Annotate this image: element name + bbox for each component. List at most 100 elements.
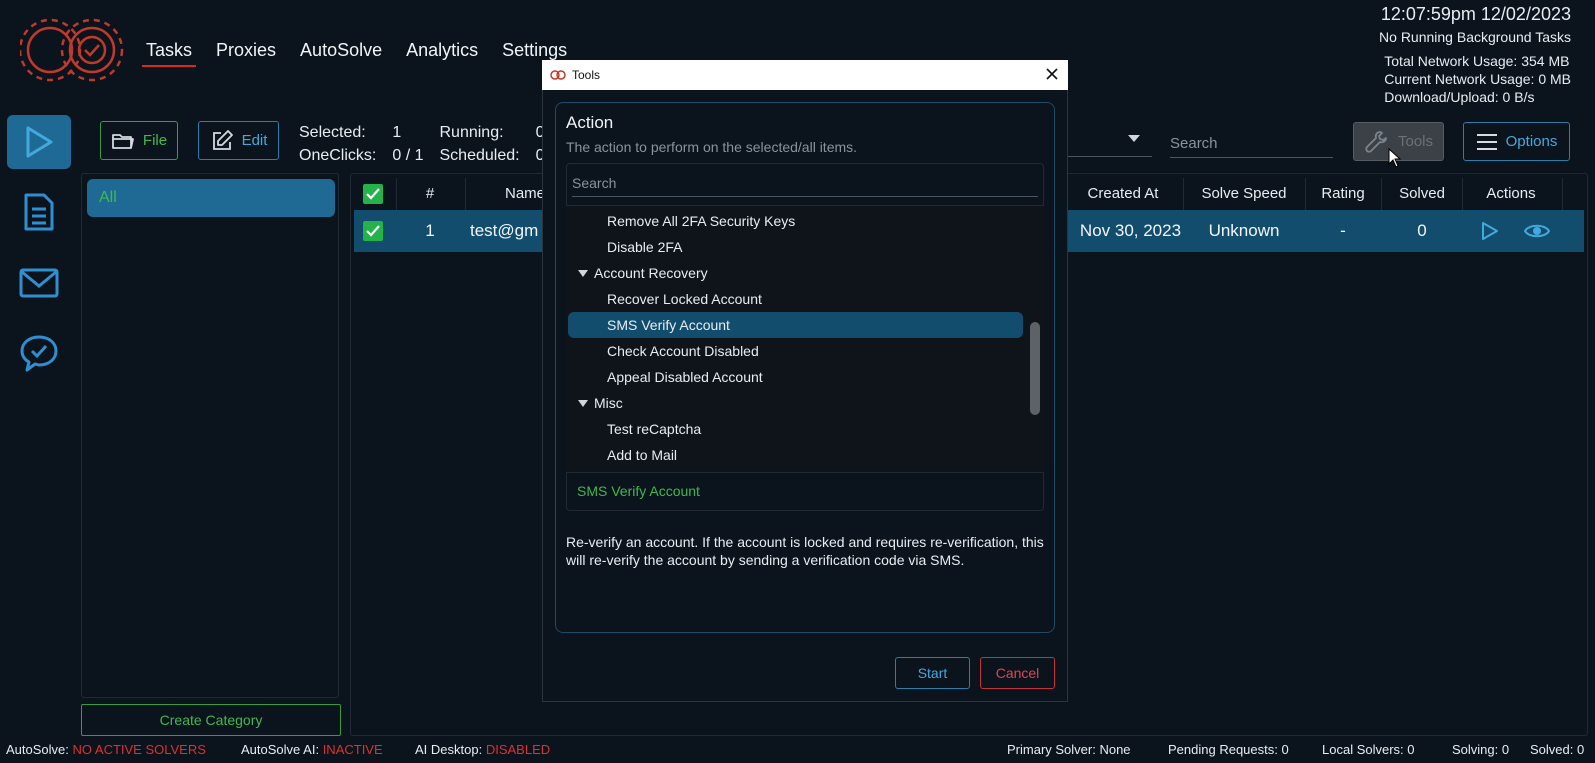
main-nav: Tasks Proxies AutoSolve Analytics Settin… xyxy=(141,40,567,67)
list-item[interactable]: Add to Mail xyxy=(607,442,677,468)
solving-count: Solving: 0 xyxy=(1452,742,1510,757)
list-item[interactable]: Check Account Disabled xyxy=(607,338,759,364)
ai-desktop-label: AI Desktop: xyxy=(415,742,483,757)
create-category-button[interactable]: Create Category xyxy=(81,704,341,736)
action-title: Action xyxy=(566,113,614,132)
list-item-selected[interactable]: SMS Verify Account xyxy=(568,312,1023,338)
status-autosolve: AutoSolve: NO ACTIVE SOLVERS xyxy=(6,742,206,757)
list-item[interactable]: Test reCaptcha xyxy=(607,416,701,442)
selection-stats: Selected: 1 Running: 0 OneClicks: 0 / 1 … xyxy=(297,120,560,168)
list-group-label: Account Recovery xyxy=(594,265,708,281)
nav-analytics[interactable]: Analytics xyxy=(406,40,478,67)
category-all[interactable]: All xyxy=(87,179,335,217)
cancel-button[interactable]: Cancel xyxy=(980,657,1055,689)
nav-tasks[interactable]: Tasks xyxy=(141,40,197,67)
document-icon xyxy=(24,193,54,231)
column-divider xyxy=(1305,178,1306,210)
chat-check-icon xyxy=(20,335,58,372)
column-header-solved[interactable]: Solved xyxy=(1385,181,1459,207)
download-upload: Download/Upload: 0 B/s xyxy=(1384,89,1535,105)
dialog-title: Tools xyxy=(572,68,601,82)
row-solved: 0 xyxy=(1417,221,1427,240)
sidebar-profiles-button[interactable] xyxy=(7,185,71,239)
pending-requests: Pending Requests: 0 xyxy=(1168,742,1289,757)
nav-autosolve[interactable]: AutoSolve xyxy=(300,40,382,67)
sidebar-chat-button[interactable] xyxy=(7,326,71,380)
list-group-account-recovery[interactable]: Account Recovery xyxy=(578,260,708,286)
oneclicks-value: 0 / 1 xyxy=(392,147,424,164)
list-item[interactable]: Remove All 2FA Security Keys xyxy=(607,208,795,234)
list-item[interactable]: Appeal Disabled Account xyxy=(607,364,763,390)
clock: 12:07:59pm 12/02/2023 xyxy=(1380,4,1571,24)
expand-triangle-icon xyxy=(578,399,588,407)
nav-proxies[interactable]: Proxies xyxy=(216,40,276,67)
app-logo-icon xyxy=(550,70,566,80)
menu-icon xyxy=(1476,133,1497,150)
column-header-solve-speed[interactable]: Solve Speed xyxy=(1187,181,1301,207)
column-divider xyxy=(465,178,466,210)
autosolve-status: NO ACTIVE SOLVERS xyxy=(72,742,206,757)
list-item[interactable]: Disable 2FA xyxy=(607,234,682,260)
sidebar-tasks-button[interactable] xyxy=(7,115,71,169)
options-button[interactable]: Options xyxy=(1463,122,1570,161)
app-logo xyxy=(18,14,124,86)
wrench-icon xyxy=(1365,130,1387,153)
checkmark-icon xyxy=(366,188,380,200)
ai-desktop-status: DISABLED xyxy=(485,742,551,757)
local-solvers: Local Solvers: 0 xyxy=(1322,742,1415,757)
row-checkbox[interactable] xyxy=(363,221,383,241)
file-label: File xyxy=(142,132,168,149)
tools-label: Tools xyxy=(1397,133,1434,150)
background-tasks-status: No Running Background Tasks xyxy=(1379,29,1571,45)
action-search-input[interactable] xyxy=(572,170,1038,197)
running-label: Running: xyxy=(439,124,504,141)
column-divider xyxy=(396,178,397,210)
start-button[interactable]: Start xyxy=(895,657,970,689)
selected-action-value: SMS Verify Account xyxy=(577,483,700,499)
row-name: test@gm xyxy=(470,221,539,240)
status-ai-desktop: AI Desktop: DISABLED xyxy=(415,742,550,757)
sidebar-mail-button[interactable] xyxy=(7,256,71,310)
edit-icon xyxy=(212,129,233,150)
selected-label: Selected: xyxy=(299,124,366,141)
column-divider xyxy=(1183,178,1184,210)
task-search-input[interactable] xyxy=(1170,130,1333,158)
action-subtitle: The action to perform on the selected/al… xyxy=(566,139,858,155)
row-created-at: Nov 30, 2023 xyxy=(1079,221,1182,240)
scheduled-label: Scheduled: xyxy=(439,147,520,164)
list-scrollbar[interactable] xyxy=(1030,322,1040,415)
list-group-misc[interactable]: Misc xyxy=(578,390,623,416)
row-start-button[interactable] xyxy=(1480,221,1500,246)
selected-value: 1 xyxy=(392,124,402,141)
dialog-titlebar[interactable]: Tools xyxy=(542,60,1068,90)
dialog-close-button[interactable] xyxy=(1042,64,1062,84)
row-rating: - xyxy=(1340,221,1346,240)
current-network-usage: Current Network Usage: 0 MB xyxy=(1384,71,1571,87)
row-view-button[interactable] xyxy=(1523,222,1551,245)
select-all-checkbox[interactable] xyxy=(363,184,383,204)
row-solve-speed: Unknown xyxy=(1208,221,1280,240)
list-item[interactable]: Recover Locked Account xyxy=(607,286,762,312)
network-stats: Total Network Usage: 354 MB Current Netw… xyxy=(1384,52,1571,106)
status-autosolve-ai: AutoSolve AI: INACTIVE xyxy=(241,742,383,757)
edit-button[interactable]: Edit xyxy=(198,121,279,160)
edit-label: Edit xyxy=(241,132,268,149)
autosolve-label: AutoSolve: xyxy=(6,742,69,757)
autosolve-ai-status: INACTIVE xyxy=(322,742,383,757)
expand-triangle-icon xyxy=(578,269,588,277)
column-divider xyxy=(1562,178,1563,210)
mouse-cursor-icon xyxy=(1388,147,1402,173)
filter-dropdown-caret-icon[interactable] xyxy=(1128,135,1140,142)
total-network-usage: Total Network Usage: 354 MB xyxy=(1384,53,1570,69)
column-header-actions[interactable]: Actions xyxy=(1466,181,1556,207)
column-header-rating[interactable]: Rating xyxy=(1309,181,1377,207)
header-status: 12:07:59pm 12/02/2023 No Running Backgro… xyxy=(1379,2,1571,106)
file-button[interactable]: File xyxy=(100,121,178,160)
checkmark-icon xyxy=(366,225,380,237)
category-panel xyxy=(81,173,339,698)
column-header-created-at[interactable]: Created At xyxy=(1068,181,1178,207)
primary-solver: Primary Solver: None xyxy=(1007,742,1131,757)
column-divider xyxy=(1462,178,1463,210)
column-header-number[interactable]: # xyxy=(400,181,460,207)
solved-count: Solved: 0 xyxy=(1530,742,1585,757)
